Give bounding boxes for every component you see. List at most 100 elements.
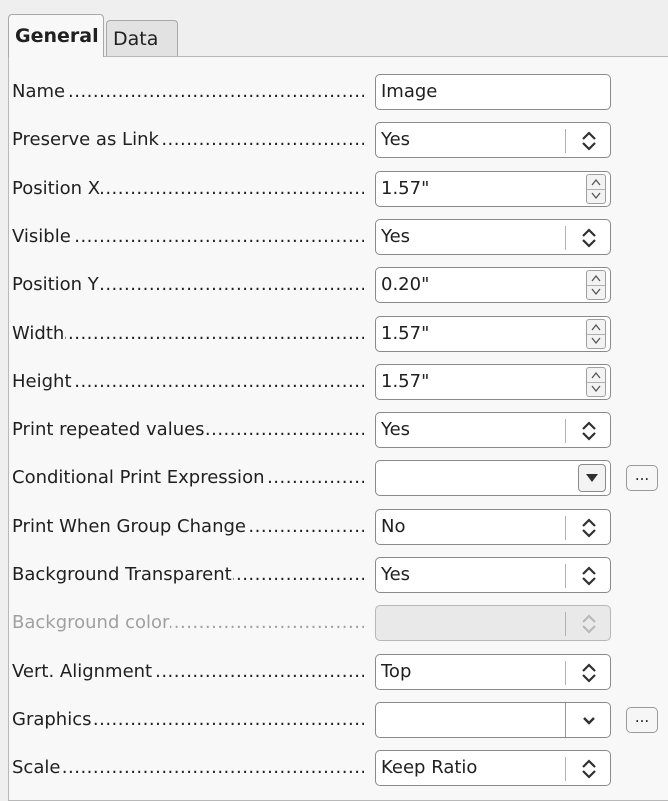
property-label: ........................................…	[12, 418, 364, 442]
dropdown-arrow-icon[interactable]	[578, 464, 606, 492]
property-row-print-repeated-values: ........................................…	[12, 412, 668, 448]
field-value: Keep Ratio	[381, 757, 478, 778]
field-value: 0.20"	[381, 274, 430, 295]
combobox-separator	[565, 703, 566, 737]
listbox-separator	[565, 612, 566, 636]
leader-dots: ........................................…	[12, 757, 364, 778]
up-down-arrows-icon[interactable]	[578, 420, 600, 442]
property-row-scale: ........................................…	[12, 750, 668, 786]
property-label: ........................................…	[12, 756, 364, 780]
field-value: Top	[381, 661, 412, 682]
listbox-separator	[565, 129, 566, 153]
preserve-as-link-listbox[interactable]: Yes	[375, 122, 611, 158]
property-label-text: Scale	[12, 757, 62, 778]
property-label: ........................................…	[12, 177, 364, 201]
listbox-separator	[565, 516, 566, 540]
property-row-graphics: ........................................…	[12, 702, 668, 738]
background-transparent-listbox[interactable]: Yes	[375, 557, 611, 593]
spin-arrows-icon[interactable]	[586, 367, 606, 397]
property-row-position-y: ........................................…	[12, 267, 668, 303]
up-down-arrows-icon[interactable]	[578, 662, 600, 684]
tab-data[interactable]: Data	[106, 20, 178, 56]
property-row-background-transparent: ........................................…	[12, 557, 668, 593]
property-label-text: Name	[12, 81, 67, 102]
field-value: Image	[381, 81, 438, 102]
name-input[interactable]: Image	[375, 74, 611, 110]
property-label-text: Graphics	[12, 709, 93, 730]
property-label-text: Background Transparent	[12, 564, 233, 585]
vert-alignment-listbox[interactable]: Top	[375, 654, 611, 690]
position-x-spinfield[interactable]: 1.57"	[375, 171, 611, 207]
tab-general[interactable]: General	[8, 14, 104, 57]
tab-bar: General Data	[8, 14, 668, 57]
property-label: ........................................…	[12, 611, 364, 635]
listbox-separator	[565, 226, 566, 250]
up-down-arrows-icon[interactable]	[578, 517, 600, 539]
property-row-conditional-print-expression: ........................................…	[12, 460, 668, 496]
property-label-text: Width	[12, 323, 66, 344]
spin-arrows-icon[interactable]	[586, 174, 606, 204]
property-label: ........................................…	[12, 660, 364, 684]
field-value: No	[381, 516, 406, 537]
property-label-text: Vert. Alignment	[12, 661, 154, 682]
listbox-separator	[565, 564, 566, 588]
property-row-width: ........................................…	[12, 316, 668, 352]
property-label: ........................................…	[12, 466, 364, 490]
height-spinfield[interactable]: 1.57"	[375, 364, 611, 400]
property-label-text: Background color	[12, 612, 171, 633]
property-label-text: Position X	[12, 178, 102, 199]
property-label-text: Conditional Print Expression	[12, 467, 266, 488]
field-value: Yes	[381, 226, 411, 247]
property-label: ........................................…	[12, 128, 364, 152]
property-label-text: Visible	[12, 226, 72, 247]
property-label-text: Preserve as Link	[12, 129, 160, 150]
visible-listbox[interactable]: Yes	[375, 219, 611, 255]
property-row-position-x: ........................................…	[12, 171, 668, 207]
width-spinfield[interactable]: 1.57"	[375, 316, 611, 352]
spin-arrows-icon[interactable]	[586, 319, 606, 349]
property-label: ........................................…	[12, 370, 364, 394]
field-value: 1.57"	[381, 371, 430, 392]
spin-arrows-icon[interactable]	[586, 270, 606, 300]
property-row-print-when-group-change: ........................................…	[12, 509, 668, 545]
property-row-preserve-as-link: ........................................…	[12, 122, 668, 158]
field-value: Yes	[381, 564, 411, 585]
background-color-listbox	[375, 605, 611, 641]
position-y-spinfield[interactable]: 0.20"	[375, 267, 611, 303]
property-label: ........................................…	[12, 225, 364, 249]
field-value: 1.57"	[381, 323, 430, 344]
listbox-separator	[565, 419, 566, 443]
scale-listbox[interactable]: Keep Ratio	[375, 750, 611, 786]
field-value: Yes	[381, 419, 411, 440]
property-label-text: Position Y	[12, 274, 100, 295]
up-down-arrows-icon[interactable]	[578, 227, 600, 249]
field-value: 1.57"	[381, 178, 430, 199]
print-when-group-change-listbox[interactable]: No	[375, 509, 611, 545]
property-label: ........................................…	[12, 515, 364, 539]
print-repeated-values-listbox[interactable]: Yes	[375, 412, 611, 448]
up-down-arrows-icon[interactable]	[578, 130, 600, 152]
conditional-print-expression-ellipsis-button[interactable]: ...	[626, 465, 658, 491]
chevron-down-icon[interactable]	[580, 711, 598, 729]
property-row-vert-alignment: ........................................…	[12, 654, 668, 690]
graphics-ellipsis-button[interactable]: ...	[626, 707, 658, 733]
property-label-text: Height	[12, 371, 73, 392]
property-label: ........................................…	[12, 322, 364, 346]
property-label: ........................................…	[12, 80, 364, 104]
property-row-visible: ........................................…	[12, 219, 668, 255]
listbox-separator	[565, 757, 566, 781]
property-label: ........................................…	[12, 563, 364, 587]
property-row-name: ........................................…	[12, 74, 668, 110]
property-label-text: Print repeated values	[12, 419, 206, 440]
property-label: ........................................…	[12, 273, 364, 297]
listbox-separator	[565, 661, 566, 685]
up-down-arrows-icon[interactable]	[578, 565, 600, 587]
property-row-background-color: ........................................…	[12, 605, 668, 641]
property-label-text: Print When Group Change	[12, 516, 247, 537]
property-row-height: ........................................…	[12, 364, 668, 400]
property-label: ........................................…	[12, 708, 364, 732]
up-down-arrows-icon[interactable]	[578, 758, 600, 780]
field-value: Yes	[381, 129, 411, 150]
graphics-combobox[interactable]	[375, 702, 611, 738]
conditional-print-expression-combobox[interactable]	[375, 460, 611, 496]
